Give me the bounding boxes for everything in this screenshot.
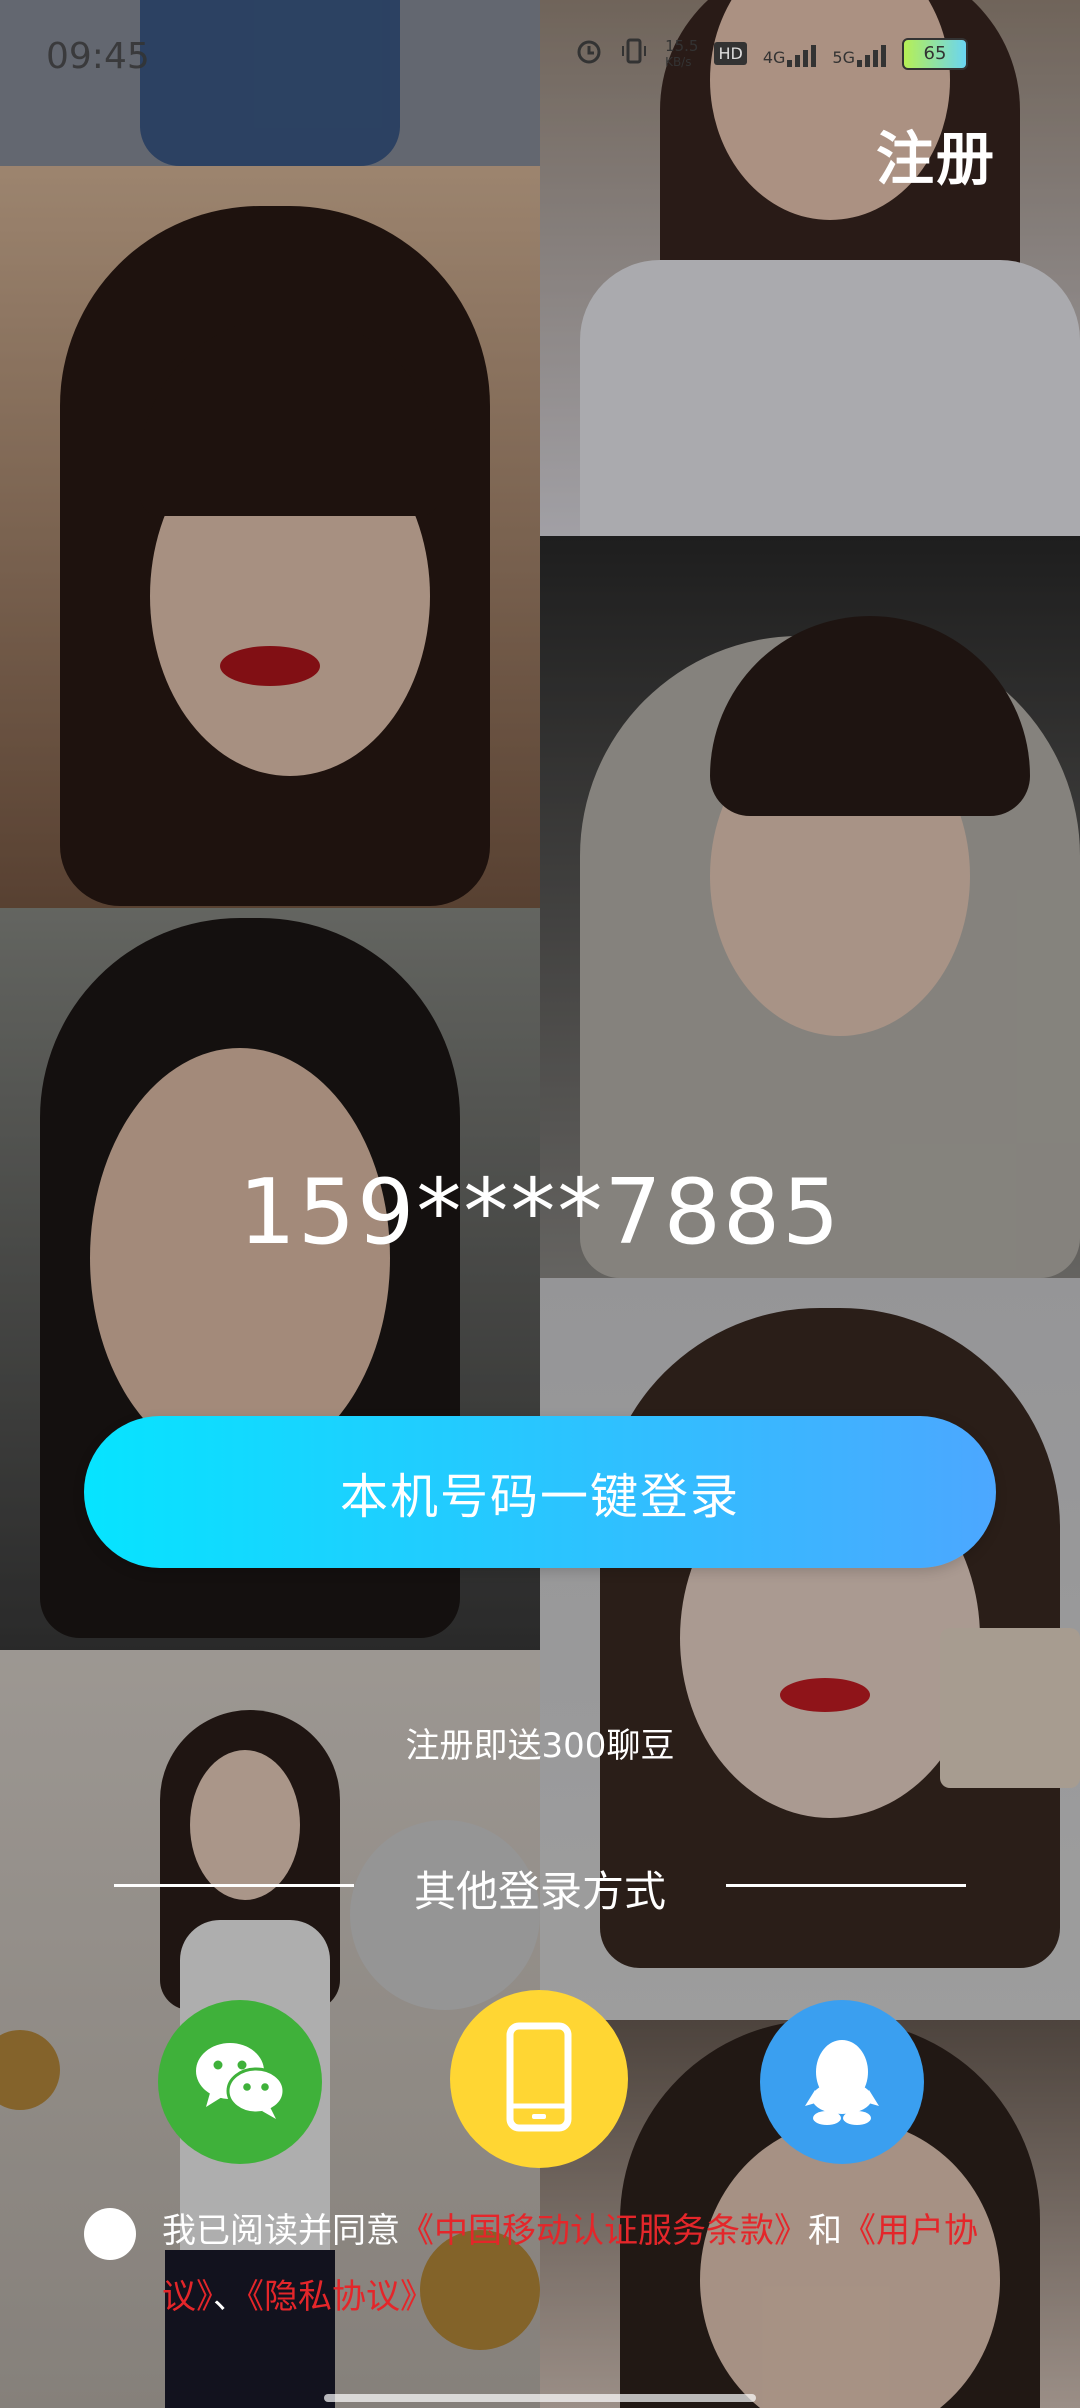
register-bonus-text: 注册即送300聊豆 — [405, 1726, 675, 1766]
other-login-divider: 其他登录方式 — [0, 1858, 1080, 1918]
divider-line-right — [726, 1884, 966, 1887]
agreement-row: 我已阅读并同意《中国移动认证服务条款》和《用户协议》、《隐私协议》 — [84, 2198, 1004, 2330]
register-button[interactable]: 注册 — [876, 112, 996, 196]
agreement-text: 我已阅读并同意《中国移动认证服务条款》和《用户协议》、《隐私协议》 — [162, 2198, 1004, 2330]
network-5g: 5G — [832, 41, 886, 67]
agreement-and: 和 — [808, 2211, 842, 2251]
status-time: 09:45 — [46, 36, 150, 77]
privacy-agreement-link[interactable]: 《隐私协议》 — [247, 2277, 434, 2317]
signal-icon — [787, 41, 817, 67]
network-4g-label: 4G — [762, 47, 786, 67]
masked-phone-number: 159****7885 — [238, 1160, 842, 1265]
hd-badge: HD — [714, 42, 747, 65]
net-speed-value: 15.5 — [665, 36, 699, 55]
phone-icon — [504, 2022, 574, 2136]
phone-login-button[interactable] — [450, 1990, 628, 2168]
cmcc-terms-link[interactable]: 《中国移动认证服务条款》 — [400, 2211, 808, 2251]
one-key-login-button[interactable]: 本机号码一键登录 — [84, 1416, 996, 1568]
battery-icon: 65 — [902, 37, 968, 70]
network-4g: 4G — [763, 41, 817, 67]
status-icons: 15.5 KB/s HD 4G 5G 65 — [575, 36, 968, 71]
net-speed: 15.5 KB/s — [665, 38, 698, 70]
agreement-prefix: 我已阅读并同意 — [162, 2211, 400, 2251]
other-login-label: 其他登录方式 — [413, 1867, 666, 1916]
net-speed-unit: KB/s — [665, 54, 692, 69]
wechat-login-button[interactable] — [158, 2000, 322, 2164]
status-bar: 09:45 15.5 KB/s HD 4G 5G 65 — [0, 0, 1080, 120]
qq-icon — [797, 2030, 887, 2134]
agreement-sep: 、 — [213, 2277, 247, 2317]
qq-login-button[interactable] — [760, 2000, 924, 2164]
one-key-login-label: 本机号码一键登录 — [339, 1469, 740, 1525]
battery-level: 65 — [923, 42, 947, 64]
vibrate-icon — [619, 36, 649, 71]
home-indicator[interactable] — [324, 2394, 756, 2402]
network-5g-label: 5G — [832, 47, 855, 67]
agreement-checkbox[interactable] — [84, 2208, 136, 2260]
alarm-icon — [575, 37, 603, 70]
signal-icon — [857, 41, 886, 67]
wechat-icon — [190, 2035, 290, 2129]
